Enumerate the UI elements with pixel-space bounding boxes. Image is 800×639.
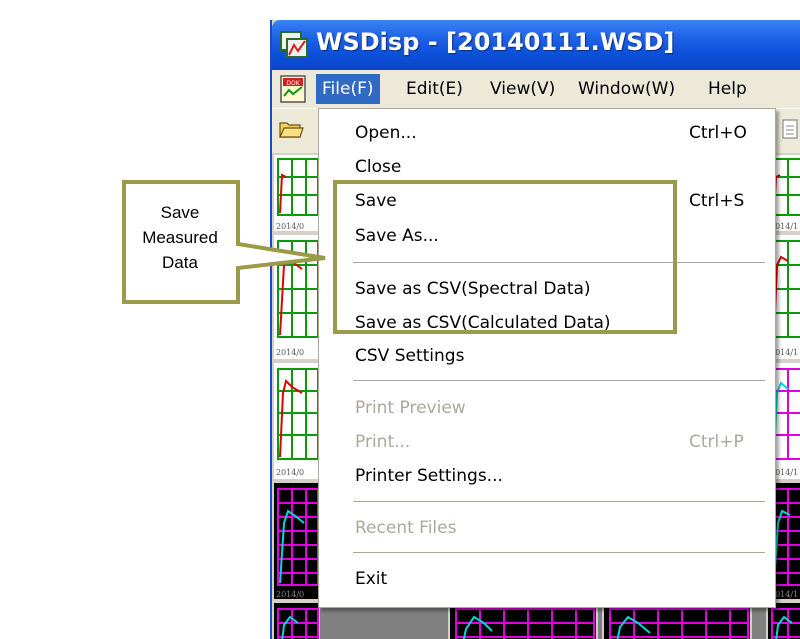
- callout-bubble: [122, 180, 326, 304]
- callout-text: Save Measured Data: [142, 203, 218, 272]
